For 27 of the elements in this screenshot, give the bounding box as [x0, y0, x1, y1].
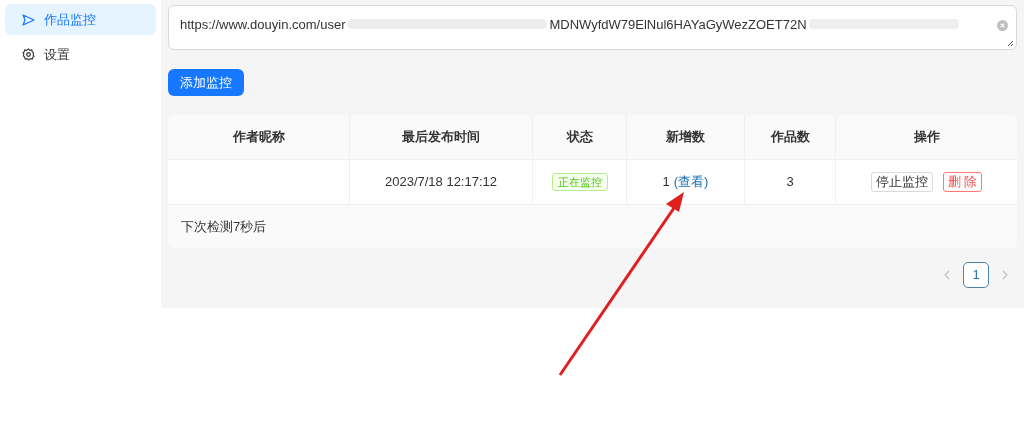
- column-header: 最后发布时间: [402, 128, 480, 147]
- send-icon: [22, 13, 35, 26]
- column-header: 作者昵称: [232, 128, 285, 147]
- resize-handle-icon[interactable]: [1007, 40, 1014, 47]
- works-count: 3: [786, 173, 794, 192]
- url-text: MDNWyfdW79ElNul6HAYaGyWezZOET72N: [549, 16, 807, 34]
- column-header: 操作: [913, 128, 940, 147]
- page-button[interactable]: 1: [963, 262, 989, 288]
- settings-icon: [22, 48, 35, 61]
- view-link[interactable]: (查看): [673, 172, 709, 192]
- add-monitor-button[interactable]: 添加监控: [168, 69, 244, 96]
- last-post-time: 2023/7/18 12:17:12: [384, 173, 498, 192]
- next-page-icon[interactable]: [1001, 270, 1009, 280]
- status-tag: 正在监控: [551, 173, 608, 191]
- delete-button[interactable]: 删 除: [942, 172, 983, 192]
- clear-icon[interactable]: [997, 20, 1008, 31]
- column-header: 状态: [566, 128, 593, 147]
- url-text: https://www.douyin.com/user: [180, 16, 346, 34]
- next-check-text: 下次检测7秒后: [181, 217, 267, 236]
- column-header: 作品数: [770, 128, 810, 147]
- previous-page-icon[interactable]: [943, 270, 951, 280]
- new-count: 1: [662, 173, 670, 192]
- sidebar-item[interactable]: 设置: [5, 39, 156, 70]
- url-field[interactable]: https://www.douyin.com/user MDNWyfdW79ElNul6HAYaGyWezZOET72N: [168, 5, 1017, 50]
- column-header: 新增数: [666, 128, 705, 147]
- stop-monitor-button[interactable]: 停止监控: [870, 172, 933, 192]
- sidebar-item[interactable]: 作品监控: [5, 4, 156, 35]
